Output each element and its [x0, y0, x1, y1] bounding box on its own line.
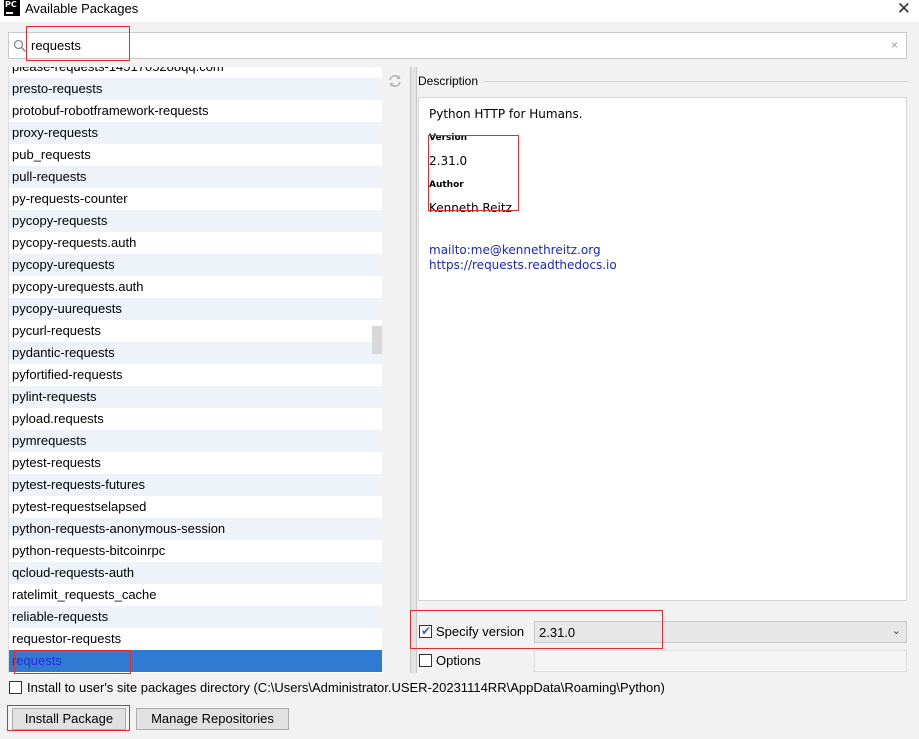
version-select[interactable]: 2.31.0 ⌄ — [534, 621, 907, 643]
options-field[interactable] — [534, 650, 907, 672]
checkmark-icon: ✔ — [421, 624, 432, 638]
version-value: 2.31.0 — [429, 154, 468, 168]
package-list[interactable]: please-requests-1451705288qq.compresto-r… — [8, 67, 382, 673]
package-row[interactable]: pyfortified-requests — [9, 364, 382, 386]
package-row[interactable]: qcloud-requests-auth — [9, 562, 382, 584]
package-row[interactable]: pycopy-urequests.auth — [9, 276, 382, 298]
description-label: Description — [418, 74, 479, 88]
splitter[interactable] — [410, 67, 417, 673]
email-link[interactable]: mailto:me@kennethreitz.org — [429, 243, 601, 257]
package-row[interactable]: pymrequests — [9, 430, 382, 452]
package-row[interactable]: pycopy-requests — [9, 210, 382, 232]
title-bar: PC Available Packages ✕ — [0, 0, 919, 22]
package-row[interactable]: requestor-requests — [9, 628, 382, 650]
chevron-down-icon: ⌄ — [891, 624, 901, 637]
options-label: Options — [436, 653, 481, 668]
refresh-icon[interactable] — [387, 73, 403, 89]
close-icon[interactable]: ✕ — [897, 0, 911, 19]
author-heading: Author — [429, 180, 464, 190]
package-row[interactable]: reliable-requests — [9, 606, 382, 628]
description-separator — [484, 81, 908, 82]
package-row[interactable]: ratelimit_requests_cache — [9, 584, 382, 606]
manage-repositories-button[interactable]: Manage Repositories — [136, 708, 289, 730]
version-select-value: 2.31.0 — [539, 625, 576, 640]
specify-version-label: Specify version — [436, 624, 525, 639]
package-row[interactable]: python-requests-anonymous-session — [9, 518, 382, 540]
package-row[interactable]: pytest-requests-futures — [9, 474, 382, 496]
specify-version-checkbox[interactable]: ✔ — [419, 625, 432, 638]
logo-text: PC — [5, 0, 17, 9]
package-row[interactable]: pytest-requests — [9, 452, 382, 474]
package-summary: Python HTTP for Humans. — [429, 107, 583, 121]
package-row[interactable]: protobuf-robotframework-requests — [9, 100, 382, 122]
install-package-button[interactable]: Install Package — [12, 708, 126, 730]
options-checkbox[interactable] — [419, 654, 432, 667]
author-value: Kenneth Reitz — [429, 201, 512, 215]
package-row[interactable]: pytest-requestselapsed — [9, 496, 382, 518]
package-row[interactable]: pub_requests — [9, 144, 382, 166]
search-input[interactable]: requests — [31, 38, 81, 53]
version-heading: Version — [429, 133, 468, 143]
package-row[interactable]: pycopy-urequests — [9, 254, 382, 276]
window-title: Available Packages — [25, 1, 139, 16]
package-row[interactable]: pull-requests — [9, 166, 382, 188]
package-row[interactable]: please-requests-1451705288qq.com — [9, 67, 382, 78]
package-row[interactable]: pycopy-requests.auth — [9, 232, 382, 254]
package-row[interactable]: presto-requests — [9, 78, 382, 100]
package-row[interactable]: pylint-requests — [9, 386, 382, 408]
install-to-user-label: Install to user's site packages director… — [27, 680, 665, 695]
pycharm-logo-icon: PC — [4, 0, 20, 16]
search-field[interactable]: requests × — [8, 32, 907, 59]
search-icon — [13, 39, 26, 52]
package-row[interactable]: python-requests-bitcoinrpc — [9, 540, 382, 562]
package-row[interactable]: py-requests-counter — [9, 188, 382, 210]
package-row[interactable]: pycurl-requests — [9, 320, 382, 342]
install-to-user-checkbox[interactable] — [9, 681, 22, 694]
package-row[interactable]: pyload.requests — [9, 408, 382, 430]
package-row[interactable]: pydantic-requests — [9, 342, 382, 364]
package-row[interactable]: pycopy-uurequests — [9, 298, 382, 320]
description-pane: Python HTTP for Humans. Version 2.31.0 A… — [418, 97, 907, 601]
package-row-selected[interactable]: requests — [9, 650, 382, 672]
list-toolbar — [382, 67, 410, 673]
list-scrollbar-thumb[interactable] — [372, 326, 382, 354]
clear-search-icon[interactable]: × — [891, 38, 898, 52]
homepage-link[interactable]: https://requests.readthedocs.io — [429, 258, 617, 272]
package-row[interactable]: proxy-requests — [9, 122, 382, 144]
